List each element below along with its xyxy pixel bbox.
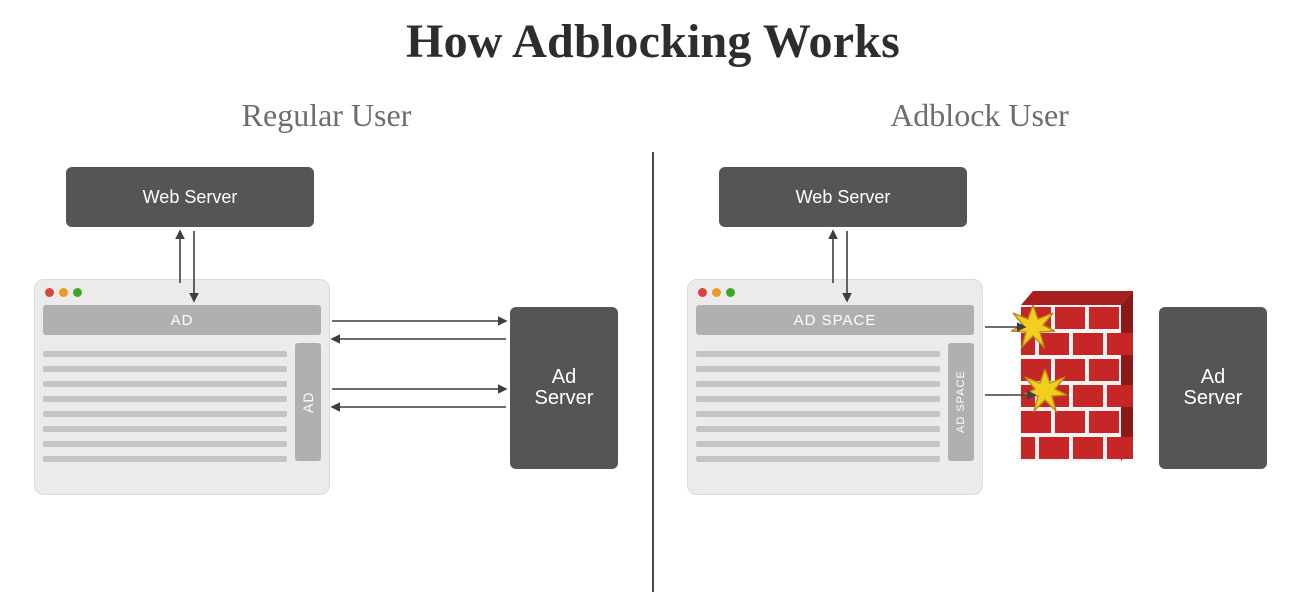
panel-heading-right: Adblock User xyxy=(653,97,1306,134)
ad-space-banner-label: AD SPACE xyxy=(794,312,877,329)
text-line xyxy=(43,411,287,417)
text-lines xyxy=(696,343,940,462)
impact-burst-icon xyxy=(1023,369,1067,413)
ad-sidebar: AD xyxy=(295,343,321,461)
text-line xyxy=(696,396,940,402)
page-content-area: AD xyxy=(43,343,321,462)
ad-space-banner: AD SPACE xyxy=(696,305,974,335)
text-line xyxy=(696,351,940,357)
minimize-dot-icon xyxy=(712,288,721,297)
panel-adblock-user: Adblock User Web Server Ad Server AD SPA… xyxy=(653,73,1306,573)
browser-window: AD AD xyxy=(34,279,330,495)
text-line xyxy=(696,411,940,417)
ad-space-sidebar-label: AD SPACE xyxy=(955,371,967,434)
panel-heading-left: Regular User xyxy=(0,97,653,134)
text-line xyxy=(696,441,940,447)
close-dot-icon xyxy=(45,288,54,297)
ad-banner: AD xyxy=(43,305,321,335)
page-title: How Adblocking Works xyxy=(0,14,1306,69)
ad-server-box: Ad Server xyxy=(510,307,618,469)
text-line xyxy=(43,456,287,462)
minimize-dot-icon xyxy=(59,288,68,297)
window-traffic-lights xyxy=(43,288,321,305)
web-server-label: Web Server xyxy=(143,187,238,208)
ad-server-label-line2: Server xyxy=(535,387,594,409)
text-line xyxy=(43,351,287,357)
text-line xyxy=(696,456,940,462)
zoom-dot-icon xyxy=(73,288,82,297)
text-line xyxy=(43,426,287,432)
ad-server-label-line2: Server xyxy=(1184,387,1243,409)
page-content-area: AD SPACE xyxy=(696,343,974,462)
ad-server-label-line1: Ad xyxy=(552,366,576,388)
web-server-box: Web Server xyxy=(719,167,967,227)
web-server-box: Web Server xyxy=(66,167,314,227)
impact-burst-icon xyxy=(1011,305,1055,349)
text-line xyxy=(43,441,287,447)
text-line xyxy=(43,366,287,372)
text-line xyxy=(43,396,287,402)
ad-banner-label: AD xyxy=(171,312,194,329)
ad-sidebar-label: AD xyxy=(300,391,316,412)
panel-regular-user: Regular User Web Server Ad Server AD xyxy=(0,73,653,573)
web-server-label: Web Server xyxy=(796,187,891,208)
close-dot-icon xyxy=(698,288,707,297)
zoom-dot-icon xyxy=(726,288,735,297)
text-line xyxy=(696,366,940,372)
text-line xyxy=(696,426,940,432)
ad-server-label-line1: Ad xyxy=(1201,366,1225,388)
ad-space-sidebar: AD SPACE xyxy=(948,343,974,461)
text-line xyxy=(696,381,940,387)
browser-window: AD SPACE AD SPACE xyxy=(687,279,983,495)
ad-server-box: Ad Server xyxy=(1159,307,1267,469)
text-line xyxy=(43,381,287,387)
text-lines xyxy=(43,343,287,462)
panel-divider xyxy=(652,152,654,592)
window-traffic-lights xyxy=(696,288,974,305)
